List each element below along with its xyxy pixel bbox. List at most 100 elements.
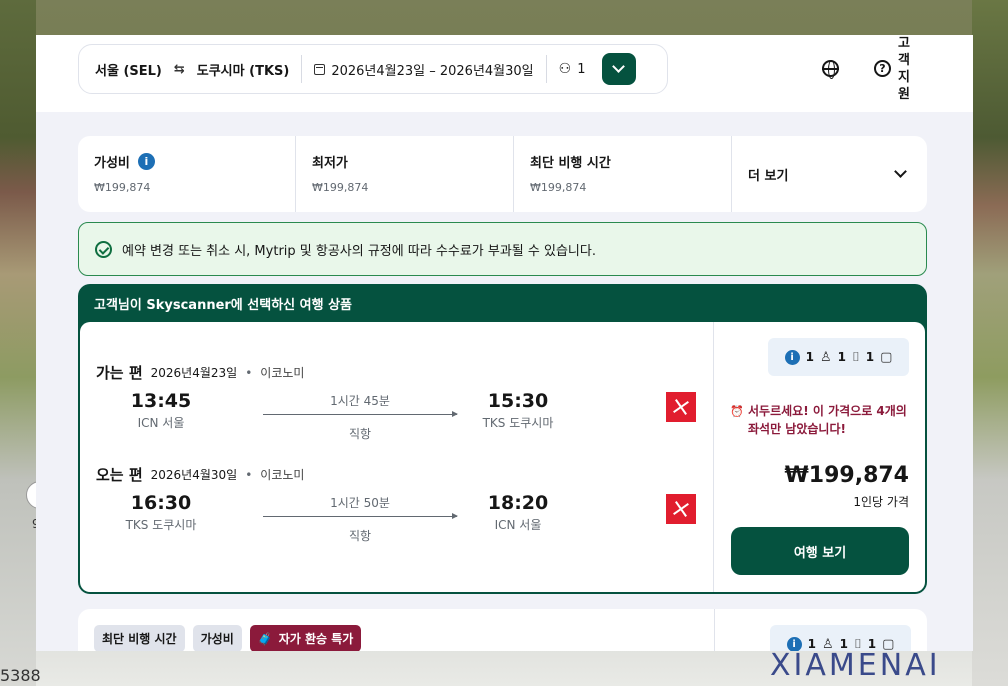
- info-icon[interactable]: i: [137, 153, 155, 170]
- departure-airport: TKS 도쿠시마: [125, 518, 197, 532]
- search-summary[interactable]: 서울 (SEL) ⇆ 도쿠시마 (TKS) 2026년4월23일 – 2026년…: [78, 44, 668, 94]
- arrival-time: 15:30: [487, 390, 549, 412]
- flight-stops: 직항: [348, 529, 372, 543]
- departure-airport: ICN 서울: [137, 416, 185, 430]
- date-range[interactable]: 2026년4월23일 – 2026년4월30일: [314, 60, 534, 79]
- personal-item-icon: ♙: [821, 636, 834, 652]
- dates-label: 2026년4월23일 – 2026년4월30일: [331, 63, 534, 79]
- inbound-leg: 오는 편 2026년4월30일 • 이코노미 16:30 TKS 도쿠시마 1시…: [96, 464, 696, 559]
- swap-icon[interactable]: ⇆: [174, 62, 185, 77]
- itinerary-tags: 최단 비행 시간 가성비 🧳 자가 환승 특가: [94, 625, 362, 651]
- departure: 16:30 TKS 도쿠시마: [106, 492, 216, 533]
- tag-fastest: 최단 비행 시간: [94, 625, 185, 651]
- help-icon[interactable]: ?: [874, 60, 891, 77]
- personal-item-count: 1: [805, 350, 814, 364]
- flight-duration: 1시간 50분: [330, 496, 390, 510]
- airline-logo-icon: [666, 494, 696, 524]
- seats-left-warning: ⏰ 서두르세요! 이 가격으로 4개의 좌석만 남았습니다!: [730, 402, 910, 438]
- globe-icon[interactable]: [822, 60, 839, 79]
- background-left-strip: [0, 0, 36, 686]
- tab-best-label: 가성비: [94, 156, 130, 171]
- checked-bag-icon: ▢: [882, 636, 895, 652]
- destination-label: 도쿠시마 (TKS): [196, 63, 290, 79]
- baggage-summary[interactable]: i 1 ♙ 1 ⌷ 1 ▢: [770, 625, 911, 651]
- background-registration-text: 5388: [0, 666, 41, 685]
- flight-legs: 가는 편 2026년4월23일 • 이코노미 13:45 ICN 서울 1시간 …: [80, 322, 714, 592]
- arrival: 15:30 TKS 도쿠시마: [463, 390, 573, 431]
- arrival-airport: TKS 도쿠시마: [482, 416, 554, 430]
- arrival-airport: ICN 서울: [494, 518, 542, 532]
- tab-best-price: ₩199,874: [94, 181, 151, 194]
- flight-duration: 1시간 45분: [330, 394, 390, 408]
- tab-more-label: 더 보기: [748, 168, 789, 184]
- hurry-text: 서두르세요! 이 가격으로 4개의 좌석만 남았습니다!: [748, 404, 907, 436]
- leg-date: 2026년4월30일: [150, 468, 238, 482]
- next-itinerary-card[interactable]: 최단 비행 시간 가성비 🧳 자가 환승 특가 i 1 ♙ 1 ⌷ 1 ▢: [78, 609, 927, 651]
- help-label[interactable]: 고객지원: [895, 35, 913, 103]
- total-price: ₩199,874: [784, 463, 909, 488]
- traveller-luggage-icon: 🧳: [257, 631, 273, 646]
- carry-on-count: 1: [837, 350, 846, 364]
- carry-on-count: 1: [839, 637, 848, 651]
- top-bar: 서울 (SEL) ⇆ 도쿠시마 (TKS) 2026년4월23일 – 2026년…: [36, 35, 973, 112]
- alarm-clock-icon: ⏰: [730, 405, 744, 418]
- tab-cheapest-price: ₩199,874: [312, 181, 369, 194]
- divider: [545, 55, 547, 83]
- price-per-person-label: 1인당 가격: [853, 495, 909, 509]
- tab-fastest-price: ₩199,874: [530, 181, 587, 194]
- separator-dot: •: [245, 365, 253, 380]
- personal-item-icon: ♙: [819, 349, 832, 365]
- info-icon: i: [784, 349, 800, 365]
- leg-date: 2026년4월23일: [150, 366, 238, 380]
- expand-search-button[interactable]: [601, 53, 636, 85]
- airline-logo-icon: [666, 392, 696, 422]
- tag-self-transfer-label: 자가 환승 특가: [278, 632, 354, 646]
- departure-time: 13:45: [130, 390, 192, 412]
- calendar-icon: [314, 63, 326, 75]
- info-icon: i: [786, 636, 802, 651]
- arrival: 18:20 ICN 서울: [463, 492, 573, 533]
- divider: [301, 55, 303, 83]
- tab-cheapest[interactable]: 최저가 ₩199,874: [296, 136, 514, 212]
- arrival-time: 18:20: [487, 492, 549, 514]
- route[interactable]: 서울 (SEL) ⇆ 도쿠시마 (TKS): [79, 60, 289, 79]
- tag-self-transfer: 🧳 자가 환승 특가: [249, 625, 362, 651]
- carry-on-icon: ⌷: [853, 636, 862, 652]
- selected-itinerary-card[interactable]: 고객님이 Skyscanner에 선택하신 여행 상품 가는 편 2026년4월…: [78, 284, 927, 594]
- divider: [714, 609, 715, 651]
- tag-best: 가성비: [192, 625, 242, 651]
- departure: 13:45 ICN 서울: [106, 390, 216, 431]
- passenger-count[interactable]: ⚇ 1: [559, 61, 586, 77]
- leg-direction: 가는 편: [96, 364, 143, 382]
- checked-bag-icon: ▢: [880, 349, 893, 365]
- tab-fastest[interactable]: 최단 비행 시간 ₩199,874: [514, 136, 732, 212]
- person-icon: ⚇: [558, 61, 572, 77]
- tab-more[interactable]: 더 보기: [732, 136, 927, 212]
- background-right-strip: [972, 0, 1008, 686]
- view-trip-button[interactable]: 여행 보기: [731, 527, 909, 575]
- checked-bag-count: 1: [867, 637, 877, 651]
- flight-line: [263, 513, 458, 519]
- tab-best[interactable]: 가성비 i ₩199,874: [78, 136, 296, 212]
- fee-notice: 예약 변경 또는 취소 시, Mytrip 및 항공사의 규정에 따라 수수료가…: [78, 222, 927, 276]
- carry-on-icon: ⌷: [851, 349, 860, 365]
- card-header: 고객님이 Skyscanner에 선택하신 여행 상품: [94, 297, 353, 313]
- passengers-label: 1: [577, 61, 586, 77]
- background-aircraft-livery-text: XIAMENAI: [770, 648, 941, 683]
- card-body: 가는 편 2026년4월23일 • 이코노미 13:45 ICN 서울 1시간 …: [80, 322, 925, 592]
- results-panel: 서울 (SEL) ⇆ 도쿠시마 (TKS) 2026년4월23일 – 2026년…: [36, 35, 973, 651]
- origin-label: 서울 (SEL): [95, 63, 162, 79]
- checked-bag-count: 1: [865, 350, 875, 364]
- baggage-summary[interactable]: i 1 ♙ 1 ⌷ 1 ▢: [768, 338, 909, 376]
- separator-dot: •: [245, 467, 253, 482]
- price-column: i 1 ♙ 1 ⌷ 1 ▢ ⏰ 서두르세요! 이 가격으로 4개의 좌석만 남았…: [714, 322, 925, 592]
- flight-line: [263, 411, 458, 417]
- leg-direction: 오는 편: [96, 466, 143, 484]
- flight-stops: 직항: [348, 427, 372, 441]
- notice-text: 예약 변경 또는 취소 시, Mytrip 및 항공사의 규정에 따라 수수료가…: [122, 243, 596, 259]
- outbound-leg: 가는 편 2026년4월23일 • 이코노미 13:45 ICN 서울 1시간 …: [96, 362, 696, 457]
- departure-time: 16:30: [130, 492, 192, 514]
- chevron-down-icon: [894, 165, 907, 178]
- personal-item-count: 1: [807, 637, 816, 651]
- sort-tabs: 가성비 i ₩199,874 최저가 ₩199,874 최단 비행 시간 ₩19…: [78, 136, 927, 212]
